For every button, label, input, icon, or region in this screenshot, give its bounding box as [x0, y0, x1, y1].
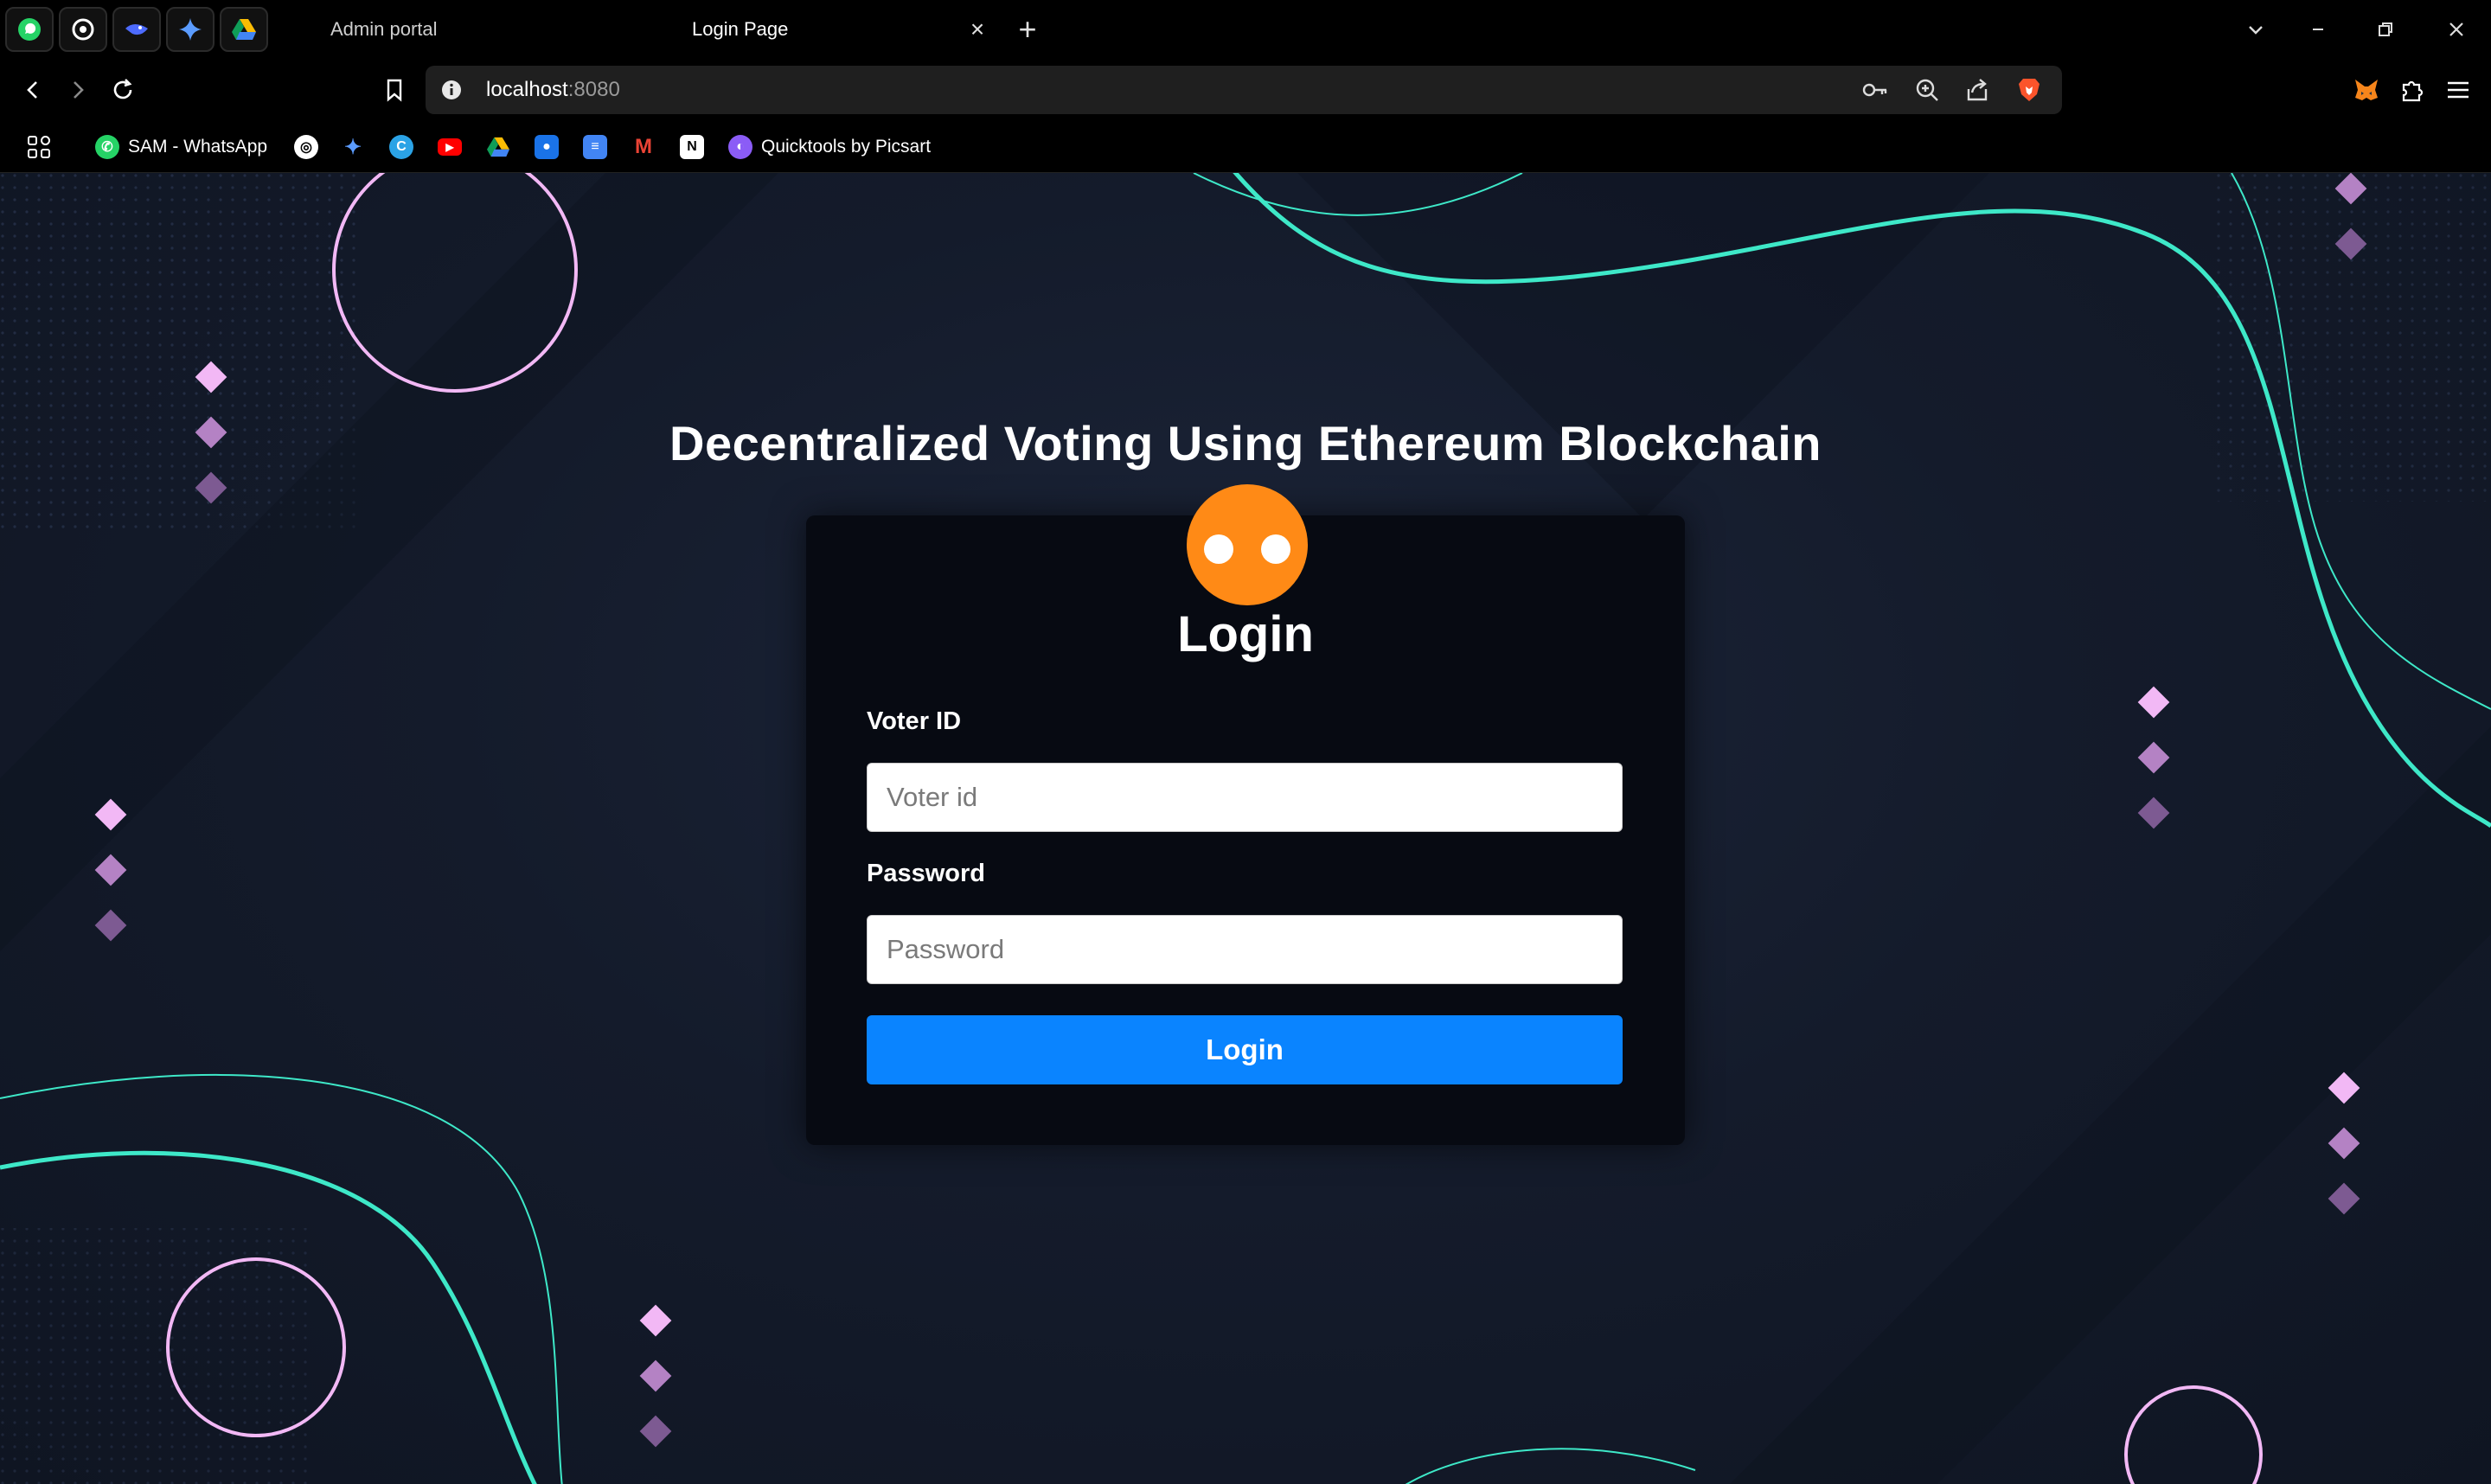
canva-icon: C — [389, 135, 413, 159]
site-info-icon[interactable] — [436, 74, 467, 106]
avatar-eye-left — [1204, 534, 1233, 564]
login-card: Login Voter ID Password Login — [806, 484, 1685, 1145]
pinned-tab-deepseek[interactable] — [112, 7, 161, 52]
url-host: localhost — [486, 78, 568, 101]
notion-icon: N — [680, 135, 704, 159]
minimize-icon — [2313, 29, 2323, 30]
login-title: Login — [1177, 606, 1314, 662]
gmail-icon: M — [635, 135, 652, 158]
bookmark-button[interactable] — [375, 71, 413, 109]
hamburger-icon — [2448, 81, 2469, 99]
reload-button[interactable] — [104, 71, 142, 109]
whatsapp-icon — [18, 18, 41, 41]
arrow-left-icon — [27, 81, 37, 99]
bookmark-youtube[interactable]: ▶ — [438, 131, 471, 163]
chatgpt-icon — [72, 18, 94, 41]
google-drive-icon — [487, 137, 509, 157]
new-tab-button[interactable]: + — [1010, 10, 1045, 48]
arrow-right-icon — [74, 81, 84, 99]
restore-button[interactable] — [2366, 10, 2405, 48]
bookmark-canva[interactable]: C — [389, 131, 422, 163]
plus-icon: + — [1018, 11, 1037, 47]
chevron-down-icon — [2249, 26, 2263, 35]
zoom-icon[interactable] — [1911, 74, 1943, 106]
bookmark-gemini[interactable]: ✦ — [341, 131, 374, 163]
bookmark-quicktools[interactable]: ◐ Quicktools by Picsart — [728, 131, 931, 163]
pinned-tab-whatsapp[interactable] — [5, 7, 54, 52]
close-tab-button[interactable]: × — [960, 12, 995, 47]
bookmark-notion[interactable]: N — [680, 131, 713, 163]
tab-admin-portal[interactable]: Admin portal — [330, 7, 438, 52]
google-docs-icon: ≡ — [583, 135, 607, 159]
login-page: Decentralized Voting Using Ethereum Bloc… — [0, 173, 2491, 1484]
brave-shields-icon[interactable] — [2014, 74, 2045, 106]
bookmark-sam-whatsapp[interactable]: ✆ SAM - WhatsApp — [95, 131, 267, 163]
tab-title: Admin portal — [330, 18, 438, 40]
bookmarks-bar: ✆ SAM - WhatsApp ◎ ✦ C ▶ ● ≡ M N ◐ Quick… — [0, 121, 2491, 173]
apps-grid-icon — [28, 136, 50, 158]
tab-title: Login Page — [692, 18, 789, 40]
apps-button[interactable] — [26, 131, 52, 163]
tab-login-page[interactable]: Login Page — [692, 7, 788, 52]
back-button[interactable] — [14, 71, 52, 109]
menu-button[interactable] — [2439, 71, 2477, 109]
pinned-tab-chatgpt[interactable] — [59, 7, 107, 52]
chatgpt-icon: ◎ — [294, 135, 318, 159]
password-label: Password — [867, 860, 985, 887]
bookmark-docs[interactable]: ≡ — [583, 131, 616, 163]
minimize-button[interactable] — [2299, 10, 2337, 48]
url-port: :8080 — [567, 78, 620, 101]
url-text[interactable]: localhost:8080 — [486, 78, 620, 102]
gemini-icon: ✦ — [343, 135, 362, 159]
picsart-icon: ◐ — [728, 135, 752, 159]
password-key-icon[interactable] — [1860, 74, 1891, 106]
google-drive-icon — [232, 19, 256, 40]
bookmark-icon — [387, 79, 402, 102]
avatar-eye-right — [1261, 534, 1290, 564]
bookmark-drive[interactable] — [486, 131, 510, 163]
pinned-tab-drive[interactable] — [220, 7, 268, 52]
gemini-icon — [179, 18, 202, 41]
reload-icon — [113, 79, 132, 99]
close-window-button[interactable] — [2437, 10, 2475, 48]
browser-toolbar: localhost:8080 — [0, 59, 2491, 121]
restore-icon — [2379, 22, 2392, 36]
avatar — [1187, 484, 1308, 605]
deepseek-icon — [125, 24, 148, 35]
tab-list-button[interactable] — [2237, 10, 2275, 48]
share-icon[interactable] — [1962, 74, 1993, 106]
page-title: Decentralized Voting Using Ethereum Bloc… — [669, 416, 1822, 470]
login-button[interactable]: Login — [867, 1015, 1623, 1084]
close-icon — [2449, 22, 2463, 36]
bookmark-contacts[interactable]: ● — [535, 131, 567, 163]
bookmark-chatgpt[interactable]: ◎ — [294, 131, 327, 163]
bookmark-label: SAM - WhatsApp — [128, 137, 268, 157]
metamask-icon — [2355, 80, 2378, 100]
bookmark-gmail[interactable]: M — [631, 131, 664, 163]
metamask-extension-button[interactable] — [2347, 71, 2385, 109]
pinned-tab-gemini[interactable] — [166, 7, 215, 52]
password-input[interactable] — [867, 915, 1623, 984]
close-icon: × — [970, 16, 985, 42]
contacts-icon: ● — [535, 135, 559, 159]
bookmark-label: Quicktools by Picsart — [761, 137, 932, 157]
extensions-button[interactable] — [2392, 71, 2430, 109]
tab-strip: Admin portal Login Page × + — [0, 0, 2491, 59]
youtube-icon: ▶ — [438, 138, 462, 156]
whatsapp-icon: ✆ — [95, 135, 119, 159]
address-bar[interactable]: localhost:8080 — [426, 66, 2062, 114]
puzzle-icon — [2402, 80, 2424, 102]
forward-button[interactable] — [59, 71, 97, 109]
voter-id-label: Voter ID — [867, 707, 962, 735]
voter-id-input[interactable] — [867, 763, 1623, 832]
